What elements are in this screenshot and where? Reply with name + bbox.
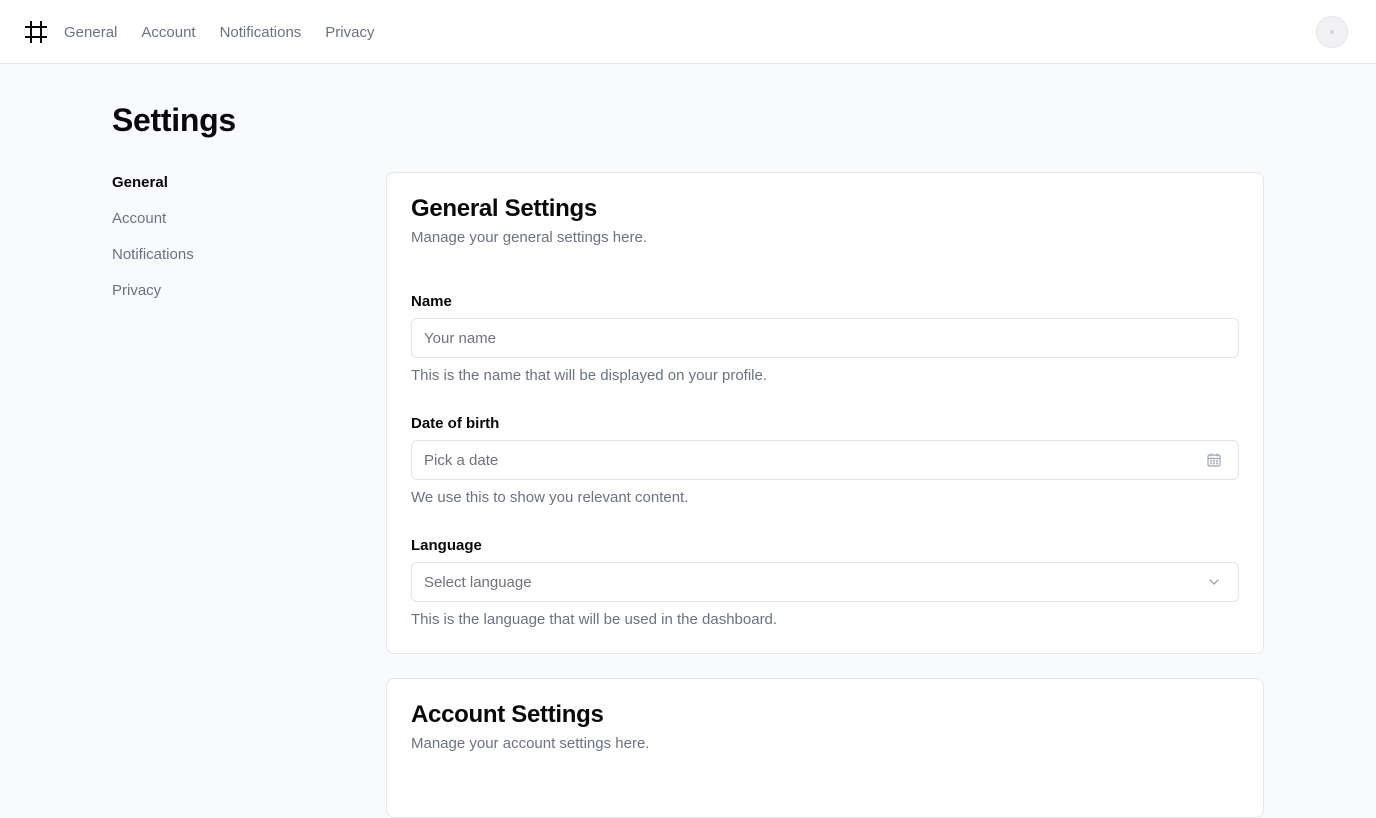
dob-placeholder: Pick a date — [424, 451, 499, 469]
chevron-down-icon — [1209, 579, 1219, 585]
top-nav-account[interactable]: Account — [141, 24, 195, 41]
name-field-wrapper — [411, 318, 1239, 358]
name-help-text: This is the name that will be displayed … — [411, 367, 768, 384]
sidebar-item-notifications[interactable]: Notifications — [112, 244, 332, 280]
dob-label: Date of birth — [411, 415, 500, 432]
date-picker-button[interactable]: Pick a date — [411, 440, 1239, 480]
page-title: Settings — [112, 102, 236, 138]
account-settings-card: Account Settings Manage your account set… — [386, 678, 1264, 818]
language-placeholder: Select language — [424, 573, 532, 591]
name-label: Name — [411, 293, 452, 310]
general-settings-card: General Settings Manage your general set… — [386, 172, 1264, 654]
name-input[interactable] — [424, 319, 1226, 357]
card-description: Manage your account settings here. — [411, 735, 650, 752]
top-bar: General Account Notifications Privacy — [0, 0, 1376, 64]
hash-grid-icon[interactable] — [24, 20, 48, 44]
card-description: Manage your general settings here. — [411, 229, 647, 246]
calendar-icon — [1207, 453, 1221, 467]
sidebar-item-account[interactable]: Account — [112, 208, 332, 244]
top-nav-notifications[interactable]: Notifications — [220, 24, 302, 41]
language-label: Language — [411, 537, 482, 554]
card-title: General Settings — [411, 195, 597, 222]
card-title: Account Settings — [411, 701, 604, 728]
top-nav-privacy[interactable]: Privacy — [325, 24, 374, 41]
language-select[interactable]: Select language — [411, 562, 1239, 602]
avatar[interactable] — [1316, 16, 1348, 48]
settings-sidebar: General Account Notifications Privacy — [112, 172, 332, 316]
dob-help-text: We use this to show you relevant content… — [411, 489, 689, 506]
top-nav: General Account Notifications Privacy — [64, 0, 374, 64]
sidebar-item-general[interactable]: General — [112, 172, 332, 208]
language-help-text: This is the language that will be used i… — [411, 611, 778, 628]
sidebar-item-privacy[interactable]: Privacy — [112, 280, 332, 316]
top-nav-general[interactable]: General — [64, 24, 117, 41]
avatar-placeholder-dot — [1330, 30, 1334, 34]
